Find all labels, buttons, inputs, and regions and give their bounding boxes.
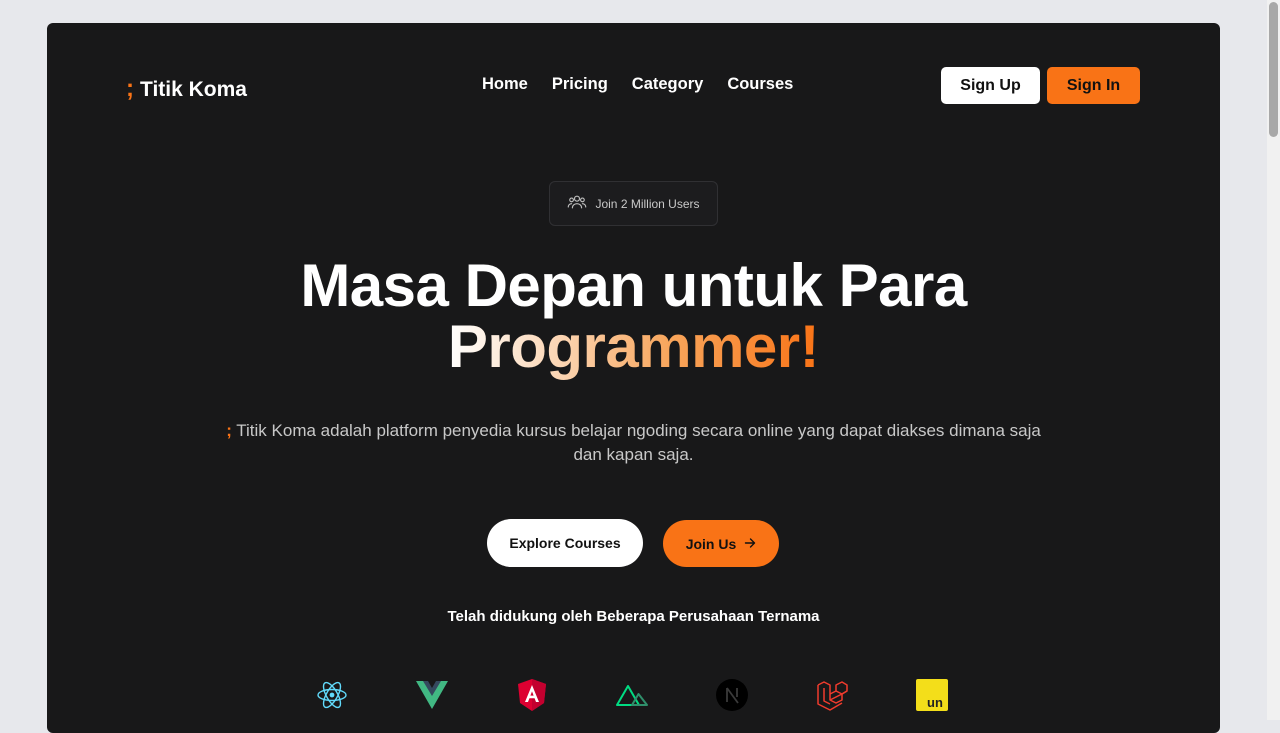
navbar: ; Titik Koma Home Pricing Category Cours… (47, 23, 1220, 153)
hero-title: Masa Depan untuk Para Programmer! (47, 255, 1220, 377)
supported-by-heading: Telah didukung oleh Beberapa Perusahaan … (447, 608, 820, 625)
brand-mark: ; (126, 75, 134, 102)
subtitle-text: Titik Koma adalah platform penyedia kurs… (236, 421, 1041, 464)
react-logo-icon (315, 678, 349, 712)
hero-title-line1: Masa Depan untuk Para (300, 252, 967, 319)
explore-courses-button[interactable]: Explore Courses (487, 519, 643, 567)
laravel-logo-icon (815, 678, 849, 712)
angular-logo-icon (515, 678, 549, 712)
nextjs-logo-icon (715, 678, 749, 712)
hero-subtitle: ; Titik Koma adalah platform penyedia ku… (217, 419, 1050, 467)
scrollbar-thumb[interactable] (1269, 2, 1278, 137)
join-us-button[interactable]: Join Us (663, 520, 779, 567)
landing-page: ; Titik Koma Home Pricing Category Cours… (47, 23, 1220, 733)
page-scrollbar[interactable] (1267, 0, 1280, 720)
brand-logo[interactable]: ; Titik Koma (126, 75, 247, 103)
badge-text: Join 2 Million Users (595, 196, 700, 211)
vue-logo-icon (415, 678, 449, 712)
users-icon (567, 192, 587, 215)
sign-in-button[interactable]: Sign In (1047, 67, 1140, 104)
nav-link-category[interactable]: Category (632, 75, 704, 94)
svg-text:un: un (927, 695, 943, 710)
nuxt-logo-icon (615, 678, 649, 712)
nav-link-courses[interactable]: Courses (727, 75, 793, 94)
nav-link-home[interactable]: Home (482, 75, 528, 94)
partner-logos: un (315, 678, 949, 712)
arrow-right-icon (744, 536, 756, 552)
nav-links: Home Pricing Category Courses (482, 75, 793, 94)
subtitle-mark: ; (226, 421, 232, 440)
unocss-logo-icon: un (915, 678, 949, 712)
nav-link-pricing[interactable]: Pricing (552, 75, 608, 94)
users-badge: Join 2 Million Users (549, 181, 718, 226)
hero-title-accent: Programmer! (447, 313, 820, 380)
join-us-label: Join Us (685, 535, 737, 552)
sign-up-button[interactable]: Sign Up (941, 67, 1040, 104)
brand-name: Titik Koma (140, 78, 247, 101)
